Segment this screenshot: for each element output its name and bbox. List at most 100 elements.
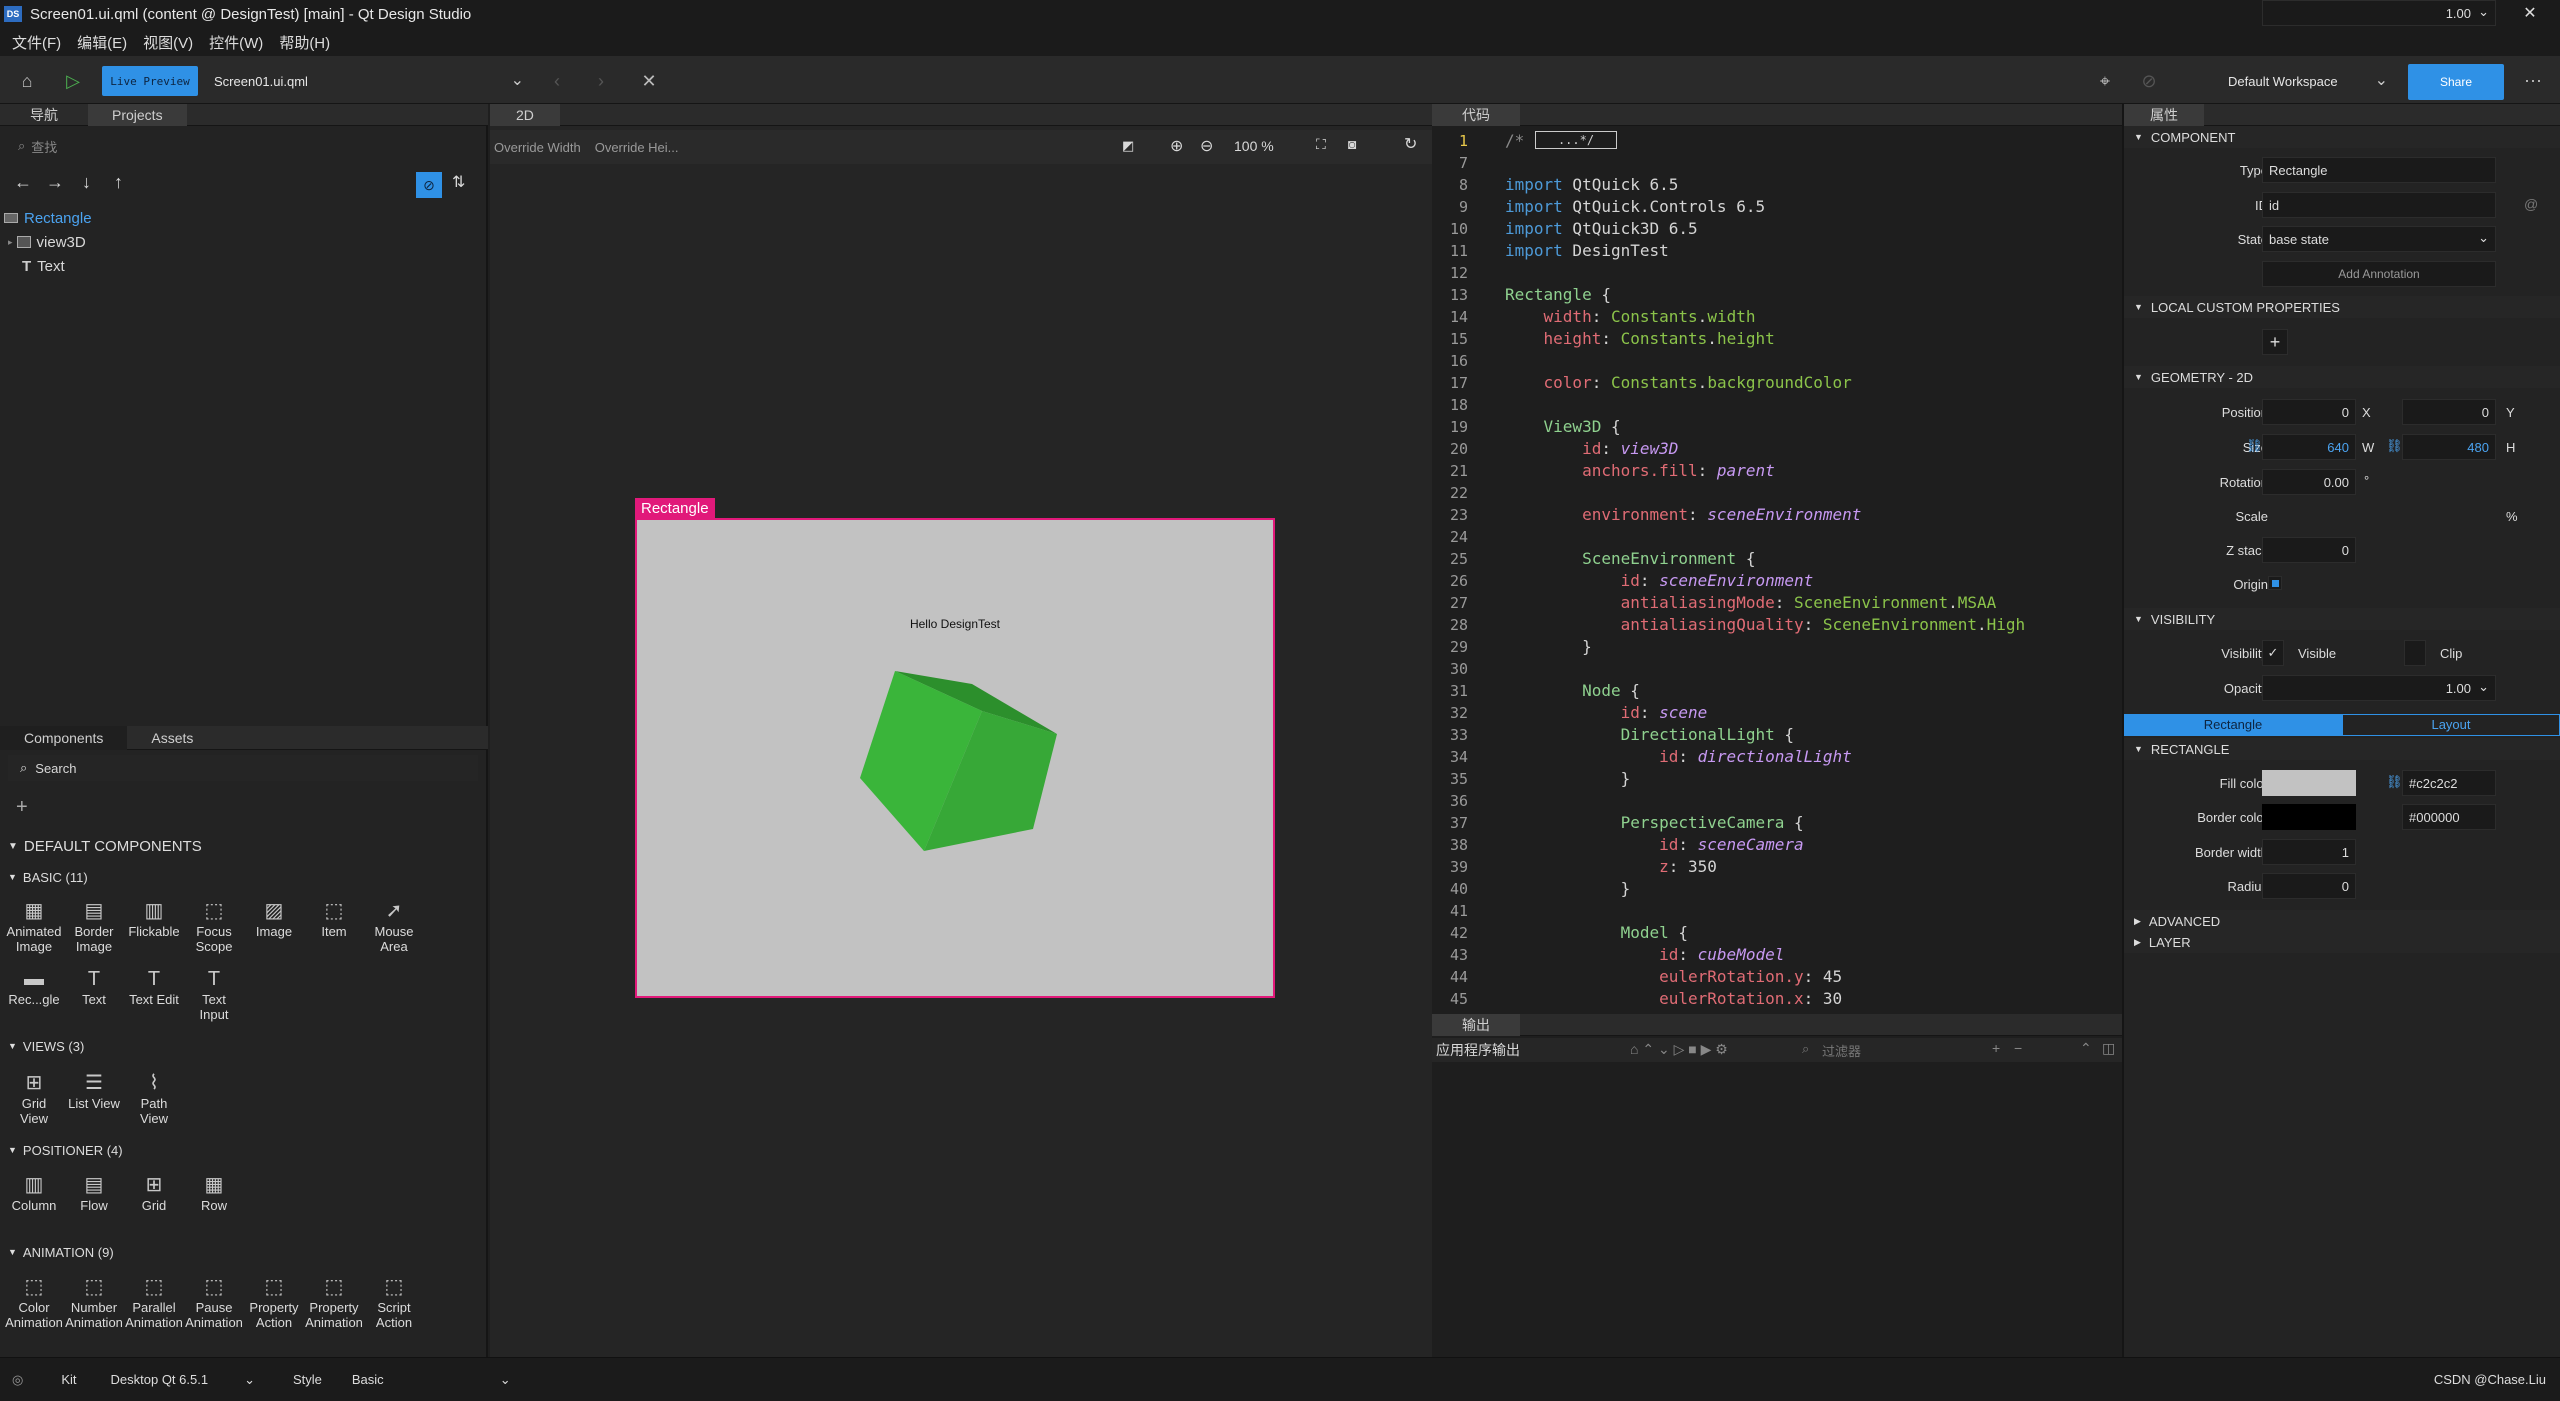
border-color-swatch[interactable] — [2262, 804, 2356, 830]
code-line[interactable]: import DesignTest — [1505, 240, 2115, 262]
link-icon[interactable]: ⛓ — [2386, 438, 2403, 454]
arrow-left-icon[interactable]: ← — [14, 172, 32, 193]
edit-icon[interactable]: ⊘ — [2136, 68, 2162, 94]
fill-color-field[interactable]: #c2c2c2 — [2402, 770, 2496, 796]
component-item[interactable]: ⬚ Script Action — [364, 1274, 424, 1330]
code-line[interactable]: Node { — [1505, 680, 2115, 702]
override-height-field[interactable]: Override Hei... — [595, 140, 679, 155]
zstack-field[interactable]: 0 — [2262, 537, 2356, 563]
component-section-header[interactable]: ▼ COMPONENT — [2124, 126, 2560, 148]
position-x-field[interactable]: 0 — [2262, 399, 2356, 425]
subtab-layout[interactable]: Layout — [2342, 714, 2560, 736]
output-controls-icon[interactable]: ⌂ ⌃ ⌄ ▷ ■ ▶ ⚙ — [1630, 1041, 1728, 1058]
home-icon[interactable]: ⌂ — [14, 68, 40, 94]
component-item[interactable]: ⬚ Property Animation — [304, 1274, 364, 1330]
tab-navigator[interactable]: 导航 — [0, 104, 88, 126]
local-custom-section-header[interactable]: ▼ LOCAL CUSTOM PROPERTIES — [2124, 296, 2560, 318]
component-item[interactable]: ▨ Image — [244, 898, 304, 939]
border-color-field[interactable]: #000000 — [2402, 804, 2496, 830]
menu-file[interactable]: 文件(F) — [12, 32, 61, 53]
views-section-header[interactable]: ▼ VIEWS (3) — [0, 1034, 480, 1058]
chevron-down-icon[interactable]: ⌄ — [244, 1372, 255, 1388]
visibility-section-header[interactable]: ▼ VISIBILITY — [2124, 608, 2560, 630]
code-line[interactable] — [1505, 394, 2115, 416]
code-line[interactable]: PerspectiveCamera { — [1505, 812, 2115, 834]
color-picker-icon[interactable]: ◩ — [1122, 138, 1134, 154]
navigator-search-input[interactable]: 查找 — [31, 137, 57, 156]
layer-section-header[interactable]: ▶ LAYER — [2124, 931, 2560, 953]
code-line[interactable]: eulerRotation.y: 45 — [1505, 966, 2115, 988]
geometry-section-header[interactable]: ▼ GEOMETRY - 2D — [2124, 366, 2560, 388]
arrow-down-icon[interactable]: ↓ — [82, 172, 91, 193]
component-item[interactable]: ▤ Flow — [64, 1172, 124, 1213]
component-item[interactable]: ⬚ Property Action — [244, 1274, 304, 1330]
advanced-section-header[interactable]: ▶ ADVANCED — [2124, 910, 2560, 932]
menu-help[interactable]: 帮助(H) — [279, 32, 330, 53]
component-item[interactable]: T Text — [64, 966, 124, 1007]
code-line[interactable]: height: Constants.height — [1505, 328, 2115, 350]
code-line[interactable]: import QtQuick.Controls 6.5 — [1505, 196, 2115, 218]
components-search[interactable]: ⌕ Search — [8, 755, 478, 781]
radius-field[interactable]: 0 — [2262, 873, 2356, 899]
state-combo[interactable]: base state ⌄ — [2262, 226, 2496, 252]
tab-assets[interactable]: Assets — [127, 726, 217, 750]
basic-section-header[interactable]: ▼ BASIC (11) — [0, 865, 480, 889]
arrow-right-icon[interactable]: → — [46, 172, 64, 193]
close-document-icon[interactable]: ✕ — [636, 68, 662, 94]
origin-picker[interactable] — [2268, 576, 2282, 590]
code-line[interactable]: anchors.fill: parent — [1505, 460, 2115, 482]
code-line[interactable]: color: Constants.backgroundColor — [1505, 372, 2115, 394]
component-item[interactable]: ☰ List View — [64, 1070, 124, 1111]
component-item[interactable]: ⊞ Grid — [124, 1172, 184, 1213]
code-line[interactable] — [1505, 350, 2115, 372]
maximize-panel-icon[interactable]: ◫ — [2102, 1040, 2115, 1057]
tab-code[interactable]: 代码 — [1432, 104, 1520, 126]
lock-icon[interactable]: ⌖ — [2092, 68, 2118, 94]
menu-view[interactable]: 视图(V) — [143, 32, 193, 53]
tab-projects[interactable]: Projects — [88, 104, 187, 126]
width-field[interactable]: 640 — [2262, 434, 2356, 460]
remove-icon[interactable]: − — [2014, 1040, 2022, 1056]
tree-item-view3d[interactable]: ▸ view3D — [0, 230, 488, 254]
add-module-icon[interactable]: + — [16, 796, 28, 819]
menu-edit[interactable]: 编辑(E) — [77, 32, 127, 53]
screenshot-icon[interactable]: ◙ — [1348, 136, 1356, 152]
type-field[interactable]: Rectangle — [2262, 157, 2496, 183]
sort-icon[interactable]: ⇅ — [452, 172, 465, 192]
component-item[interactable]: ➚ Mouse Area — [364, 898, 424, 954]
component-item[interactable]: ⬚ Pause Animation — [184, 1274, 244, 1330]
share-button[interactable]: Share — [2408, 64, 2504, 100]
link-icon[interactable]: ⛓ — [2246, 438, 2263, 454]
code-line[interactable]: id: directionalLight — [1505, 746, 2115, 768]
cube-3d-model[interactable] — [850, 668, 1060, 854]
close-button[interactable]: ✕ — [2500, 0, 2560, 28]
tab-properties[interactable]: 属性 — [2124, 104, 2204, 126]
position-y-field[interactable]: 0 — [2402, 399, 2496, 425]
code-line[interactable]: antialiasingQuality: SceneEnvironment.Hi… — [1505, 614, 2115, 636]
component-item[interactable]: ▥ Flickable — [124, 898, 184, 939]
fill-color-swatch[interactable] — [2262, 770, 2356, 796]
code-line[interactable]: DirectionalLight { — [1505, 724, 2115, 746]
forward-arrow-icon[interactable]: › — [588, 68, 614, 94]
settings-icon[interactable]: ◎ — [12, 1372, 23, 1388]
component-item[interactable]: ▦ Row — [184, 1172, 244, 1213]
code-line[interactable]: eulerRotation.x: 30 — [1505, 988, 2115, 1010]
animation-section-header[interactable]: ▼ ANIMATION (9) — [0, 1240, 480, 1264]
component-item[interactable]: T Text Input — [184, 966, 244, 1022]
code-line[interactable]: import QtQuick3D 6.5 — [1505, 218, 2115, 240]
code-line[interactable]: View3D { — [1505, 416, 2115, 438]
add-property-icon[interactable]: + — [2262, 329, 2288, 355]
component-item[interactable]: ⬚ Item — [304, 898, 364, 939]
code-line[interactable] — [1505, 152, 2115, 174]
code-line[interactable]: Model { — [1505, 922, 2115, 944]
live-preview-button[interactable]: Live Preview — [102, 66, 198, 96]
code-line[interactable] — [1505, 526, 2115, 548]
default-components-header[interactable]: ▼ DEFAULT COMPONENTS — [0, 834, 480, 858]
code-line[interactable]: /* — [1505, 130, 2115, 152]
code-line[interactable]: antialiasingMode: SceneEnvironment.MSAA — [1505, 592, 2115, 614]
fit-to-view-icon[interactable]: ⛶ — [1316, 136, 1326, 153]
code-line[interactable]: import QtQuick 6.5 — [1505, 174, 2115, 196]
code-line[interactable]: id: sceneEnvironment — [1505, 570, 2115, 592]
component-item[interactable]: ⌇ Path View — [124, 1070, 184, 1126]
positioner-section-header[interactable]: ▼ POSITIONER (4) — [0, 1138, 480, 1162]
